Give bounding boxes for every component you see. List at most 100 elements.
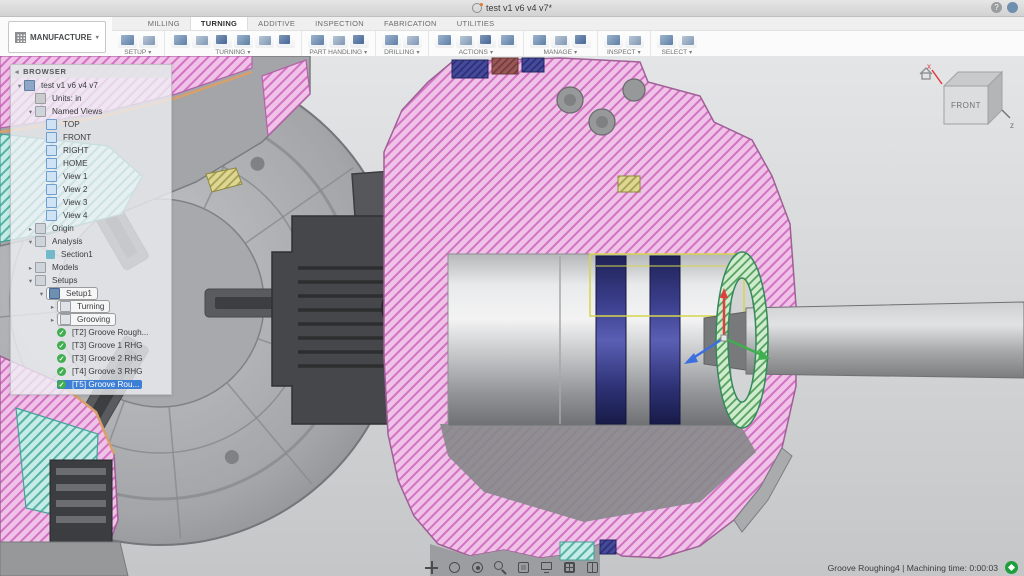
browser-item-t3-groove-2-rhg[interactable]: ✓[T3] Groove 2 RHG	[11, 352, 171, 365]
disclosure-icon[interactable]: ▸	[26, 225, 35, 233]
browser-item-top[interactable]: TOP	[11, 118, 171, 131]
orbit-icon[interactable]	[448, 561, 461, 574]
browser-item-setups[interactable]: ▾Setups	[11, 274, 171, 287]
actions-tool-icon[interactable]	[477, 32, 496, 48]
display-settings-icon[interactable]	[540, 561, 553, 574]
inspect-tool-icon[interactable]	[625, 32, 644, 48]
disclosure-icon[interactable]: ▸	[48, 316, 57, 324]
lower-section-cyan	[560, 542, 594, 560]
browser-item-view-1[interactable]: View 1	[11, 170, 171, 183]
folder-op-icon	[60, 314, 71, 325]
manage-tool-icon[interactable]	[530, 32, 549, 48]
browser-item-t5-groove-rou[interactable]: ✓[T5] Groove Rou...	[11, 378, 171, 391]
pan-icon[interactable]	[425, 561, 438, 574]
tab-utilities[interactable]: UTILITIES	[447, 17, 505, 30]
look-at-icon[interactable]	[471, 561, 484, 574]
setup-tool-icon[interactable]	[139, 32, 158, 48]
tab-inspection[interactable]: INSPECTION	[305, 17, 374, 30]
disclosure-icon[interactable]: ▾	[26, 108, 35, 116]
browser-item-t2-groove-rough[interactable]: ✓[T2] Groove Rough...	[11, 326, 171, 339]
help-icon[interactable]: ?	[991, 2, 1002, 13]
grid-settings-icon[interactable]	[563, 561, 576, 574]
fusion-document-icon	[472, 3, 482, 13]
folder-icon	[35, 223, 46, 234]
viewcube[interactable]: x FRONT z	[916, 60, 1016, 142]
browser-item-units-in[interactable]: Units: in	[11, 92, 171, 105]
workspace-selector[interactable]: MANUFACTURE ▾	[8, 21, 106, 53]
tab-milling[interactable]: MILLING	[138, 17, 190, 30]
actions-tool-icon[interactable]	[456, 32, 475, 48]
disclosure-icon[interactable]: ▾	[15, 82, 24, 90]
browser-item-origin[interactable]: ▸Origin	[11, 222, 171, 235]
browser-item-setup1[interactable]: ▾Setup1	[11, 287, 171, 300]
disclosure-icon[interactable]: ▾	[26, 277, 35, 285]
browser-tree: ▾test v1 v6 v4 v7Units: in▾Named ViewsTO…	[11, 78, 171, 394]
turning-tool-icon[interactable]	[234, 32, 253, 48]
browser-item-grooving[interactable]: ▸Grooving	[11, 313, 171, 326]
turning-tool-bar[interactable]	[704, 302, 1024, 378]
actions-tool-icon[interactable]	[435, 32, 454, 48]
folder-icon	[35, 236, 46, 247]
operation-icon: ✓	[57, 367, 66, 376]
tab-turning[interactable]: TURNING	[190, 16, 248, 30]
actions-tool-icon[interactable]	[498, 32, 517, 48]
disclosure-icon[interactable]: ▾	[26, 238, 35, 246]
tab-additive[interactable]: ADDITIVE	[248, 17, 305, 30]
turning-tool-icon[interactable]	[255, 32, 274, 48]
select-tool-icon[interactable]	[678, 32, 697, 48]
browser-item-view-3[interactable]: View 3	[11, 196, 171, 209]
select-tool-icon[interactable]	[657, 32, 676, 48]
groove-1[interactable]	[596, 256, 626, 424]
browser-item-named-views[interactable]: ▾Named Views	[11, 105, 171, 118]
view-icon	[46, 171, 57, 182]
ribbon-toolbar: MANUFACTURE ▾ MILLINGTURNINGADDITIVEINSP…	[0, 17, 1024, 58]
user-avatar[interactable]	[1007, 2, 1018, 13]
part-handling-tool-icon[interactable]	[350, 32, 369, 48]
setup-tool-icon[interactable]	[118, 32, 137, 48]
browser-item-section1[interactable]: Section1	[11, 248, 171, 261]
disclosure-icon[interactable]: ▾	[37, 290, 46, 298]
tab-fabrication[interactable]: FABRICATION	[374, 17, 447, 30]
drilling-tool-icon[interactable]	[382, 32, 401, 48]
disclosure-icon[interactable]: ▸	[26, 264, 35, 272]
part-handling-tool-icon[interactable]	[329, 32, 348, 48]
browser-item-t3-groove-1-rhg[interactable]: ✓[T3] Groove 1 RHG	[11, 339, 171, 352]
view-icon	[46, 197, 57, 208]
turning-tool-icon[interactable]	[276, 32, 295, 48]
chevron-down-icon: ▾	[574, 49, 577, 56]
folder-icon	[35, 106, 46, 117]
turning-tool-icon[interactable]	[171, 32, 190, 48]
browser-item-test-v1-v6-v4-v7[interactable]: ▾test v1 v6 v4 v7	[11, 79, 171, 92]
lower-section-blue	[600, 540, 616, 554]
groove-2[interactable]	[650, 256, 680, 424]
browser-item-front[interactable]: FRONT	[11, 131, 171, 144]
ribbon-group-turning: TURNING▾	[164, 31, 301, 58]
zoom-icon[interactable]	[494, 561, 507, 574]
drilling-tool-icon[interactable]	[403, 32, 422, 48]
seal-section-blue	[452, 60, 488, 78]
turning-tool-icon[interactable]	[192, 32, 211, 48]
inspect-tool-icon[interactable]	[604, 32, 623, 48]
browser-item-analysis[interactable]: ▾Analysis	[11, 235, 171, 248]
manage-tool-icon[interactable]	[551, 32, 570, 48]
browser-item-turning[interactable]: ▸Turning	[11, 300, 171, 313]
folder-icon	[35, 262, 46, 273]
viewports-icon[interactable]	[586, 561, 599, 574]
browser-item-view-2[interactable]: View 2	[11, 183, 171, 196]
browser-item-models[interactable]: ▸Models	[11, 261, 171, 274]
turning-tool-icon[interactable]	[213, 32, 232, 48]
ribbon-group-select: SELECT▾	[650, 31, 703, 58]
disclosure-icon[interactable]: ▸	[48, 303, 57, 311]
operation-icon: ✓	[57, 354, 66, 363]
status-message: Groove Roughing4 | Machining time: 0:00:…	[828, 563, 998, 573]
view-icon	[46, 210, 57, 221]
part-handling-tool-icon[interactable]	[308, 32, 327, 48]
browser-item-view-4[interactable]: View 4	[11, 209, 171, 222]
manage-tool-icon[interactable]	[572, 32, 591, 48]
browser-item-home[interactable]: HOME	[11, 157, 171, 170]
browser-item-right[interactable]: RIGHT	[11, 144, 171, 157]
z-axis-line	[1002, 110, 1010, 118]
fit-icon[interactable]	[517, 561, 530, 574]
browser-item-t4-groove-3-rhg[interactable]: ✓[T4] Groove 3 RHG	[11, 365, 171, 378]
browser-collapse-icon[interactable]: ◂	[15, 68, 19, 76]
